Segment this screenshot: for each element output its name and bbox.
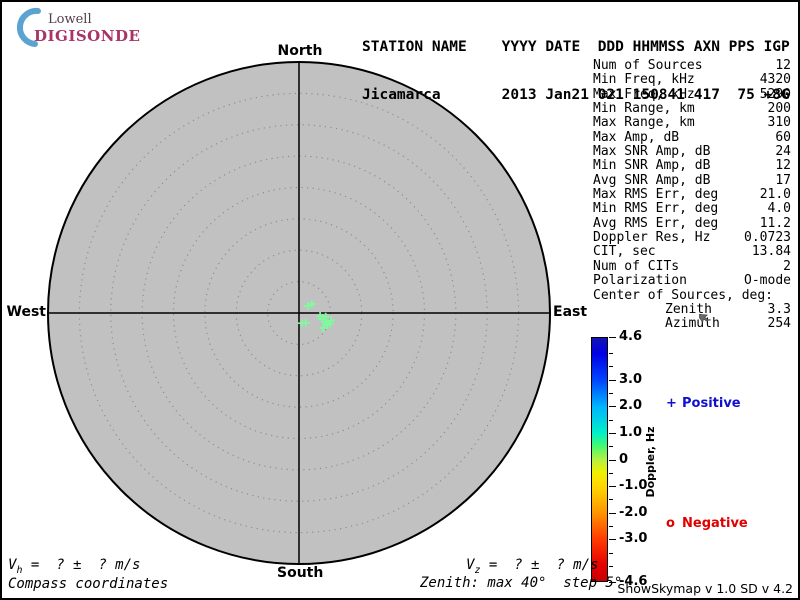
- version-text: ShowSkymap v 1.0 SD v 4.2: [617, 581, 793, 596]
- info-row: CIT, sec 13.84: [593, 244, 791, 260]
- info-row: Max SNR Amp, dB 24: [593, 144, 791, 160]
- colorbar-major-tick: [609, 512, 616, 514]
- legend-positive: + Positive: [666, 396, 741, 411]
- info-row: Center of Sources, deg:: [593, 287, 774, 303]
- colorbar-tick-label: 3.0: [619, 371, 643, 387]
- info-row: Max RMS Err, deg 21.0: [593, 187, 791, 203]
- colorbar-minor-tick: [609, 366, 613, 368]
- colorbar-minor-tick: [609, 499, 613, 501]
- info-row: Num of CITs 2: [593, 258, 791, 274]
- info-row: Doppler Res, Hz 0.0723: [593, 230, 791, 246]
- colorbar-minor-tick: [609, 526, 613, 528]
- info-row: Min RMS Err, deg 4.0: [593, 201, 791, 217]
- colorbar-minor-tick: [609, 392, 613, 394]
- zenith-range-note: Zenith: max 40° step 5°: [420, 575, 623, 591]
- info-row: Polarization O-mode: [593, 273, 791, 289]
- vh-velocity-readout: Vh = ? ± ? m/s: [8, 557, 141, 576]
- colorbar-tick-label: -3.0: [619, 531, 648, 547]
- compass-label-east: East: [553, 304, 588, 320]
- logo-lowell-text: Lowell: [48, 12, 92, 27]
- colorbar-minor-tick: [609, 566, 613, 568]
- colorbar-tick-label: 0: [619, 451, 629, 467]
- colorbar-major-tick: [609, 406, 616, 408]
- info-row: Max Freq, kHz 5290: [593, 86, 791, 102]
- info-row: Min SNR Amp, dB 12: [593, 158, 791, 174]
- info-row: Min Range, km 200: [593, 101, 791, 117]
- info-row: Zenith 3.3: [665, 301, 791, 317]
- info-row: Min Freq, kHz 4320: [593, 72, 791, 88]
- colorbar-major-tick: [609, 459, 616, 461]
- info-row: Avg RMS Err, deg 11.2: [593, 215, 791, 231]
- vz-velocity-readout: Vz = ? ± ? m/s: [466, 557, 599, 576]
- logo-digisonde-text: DIGISONDE: [34, 27, 141, 45]
- colorbar-minor-tick: [609, 472, 613, 474]
- colorbar-tick-label: 4.6: [619, 328, 643, 344]
- plus-symbol: +: [666, 396, 677, 411]
- info-row: Max Range, km 310: [593, 115, 791, 131]
- circle-symbol: o: [666, 516, 675, 531]
- legend-positive-label: Positive: [682, 396, 741, 411]
- info-row: Num of Sources 12: [593, 58, 791, 73]
- colorbar-major-tick: [609, 432, 616, 434]
- colorbar-major-tick: [609, 539, 616, 541]
- coordinates-note: Compass coordinates: [8, 576, 169, 592]
- info-row: Avg SNR Amp, dB 17: [593, 172, 791, 188]
- colorbar-major-tick: [609, 337, 616, 338]
- doppler-colorbar-title: Doppler, Hz: [644, 426, 657, 498]
- colorbar-minor-tick: [609, 446, 613, 448]
- colorbar-tick-label: 2.0: [619, 398, 643, 414]
- colorbar-major-tick: [609, 486, 616, 488]
- doppler-colorbar-ticks: 4.6 3.0 2.0 1.0 0 -1.0 -2.0 -3.0 -4.6: [609, 329, 669, 589]
- doppler-colorbar: [591, 337, 608, 582]
- compass-label-south: South: [277, 565, 324, 581]
- colorbar-minor-tick: [609, 419, 613, 421]
- info-panel: Num of Sources 12 Min Freq, kHz 4320 Max Fre…: [593, 58, 791, 332]
- station-header-columns: STATION NAME YYYY DATE DDD HHMMSS AXN PP…: [362, 39, 790, 55]
- colorbar-minor-tick: [609, 552, 613, 554]
- legend-negative-label: Negative: [682, 516, 748, 531]
- compass-label-west: West: [6, 304, 46, 320]
- legend-negative: o Negative: [666, 516, 748, 531]
- mouse-cursor-icon: [699, 313, 709, 324]
- colorbar-minor-tick: [609, 352, 613, 354]
- showskymap-window: { "logo": { "line1": "Lowell", "line2": …: [0, 0, 800, 600]
- compass-label-north: North: [277, 43, 323, 59]
- lowell-digisonde-logo: Lowell DIGISONDE: [8, 6, 141, 48]
- colorbar-major-tick: [609, 379, 616, 381]
- colorbar-tick-label: 1.0: [619, 424, 643, 440]
- info-row: Max Amp, dB 60: [593, 129, 791, 145]
